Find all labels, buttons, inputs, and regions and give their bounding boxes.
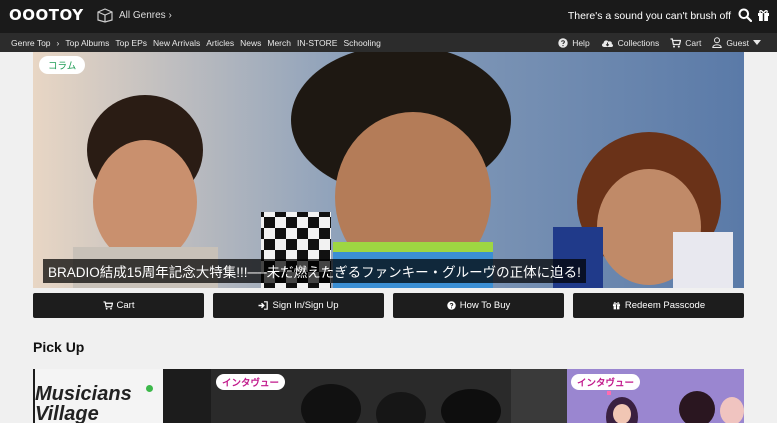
all-genres-label: All Genres › <box>119 10 172 21</box>
interview-tag: インタヴュー <box>571 374 641 390</box>
hero-caption[interactable]: BRADIO結成15周年記念大特集!!!──未だ燃えたぎるファンキー・グルーヴの… <box>43 259 586 283</box>
help-link[interactable]: Help <box>558 37 590 48</box>
cart-link[interactable]: Cart <box>670 38 701 48</box>
sign-in-button-label: Sign In/Sign Up <box>272 300 339 311</box>
nav-links: Genre Top › Top Albums Top EPs New Arriv… <box>11 33 381 52</box>
guest-menu[interactable]: Guest <box>712 37 761 48</box>
cloud-download-icon <box>601 39 613 47</box>
pickup-card-musicians-village[interactable]: Musicians Village <box>33 369 211 423</box>
cart-icon <box>103 301 113 310</box>
nav-schooling[interactable]: Schooling <box>343 38 380 48</box>
site-slogan: There's a sound you can't brush off <box>567 10 731 22</box>
cart-label: Cart <box>685 37 702 48</box>
pickup-heading: Pick Up <box>33 339 85 355</box>
pickup-card-interview-2[interactable]: インタヴュー <box>567 369 744 423</box>
user-icon <box>712 37 723 48</box>
caret-down-icon <box>753 40 761 45</box>
nav-bar: Genre Top › Top Albums Top EPs New Arriv… <box>0 33 777 52</box>
sign-in-button[interactable]: Sign In/Sign Up <box>213 293 384 318</box>
nav-right: Help Collections Cart Guest <box>558 33 761 52</box>
box-icon <box>97 8 113 23</box>
green-dot <box>146 385 153 392</box>
help-icon <box>558 37 568 48</box>
how-to-buy-button[interactable]: How To Buy <box>393 293 564 318</box>
nav-merch[interactable]: Merch <box>267 38 291 48</box>
sign-in-icon <box>258 301 269 310</box>
collections-link[interactable]: Collections <box>601 37 660 48</box>
pickup-card-interview-1[interactable]: インタヴュー <box>211 369 567 423</box>
redeem-passcode-button[interactable]: Redeem Passcode <box>573 293 744 318</box>
nav-in-store[interactable]: IN-STORE <box>297 38 337 48</box>
how-to-buy-button-label: How To Buy <box>459 300 511 311</box>
interview-tag: インタヴュー <box>216 374 286 390</box>
nav-genre-top[interactable]: Genre Top <box>11 38 51 48</box>
nav-chevron: › <box>56 37 60 48</box>
cart-button-label: Cart <box>116 300 135 311</box>
action-buttons: Cart Sign In/Sign Up How To Buy Redeem P… <box>33 293 744 318</box>
nav-articles[interactable]: Articles <box>206 38 234 48</box>
redeem-passcode-button-label: Redeem Passcode <box>624 300 706 311</box>
search-icon[interactable] <box>738 8 752 22</box>
gift-icon[interactable] <box>757 8 770 22</box>
hero-photo <box>33 52 744 288</box>
help-icon <box>447 301 456 310</box>
help-label: Help <box>572 37 590 48</box>
column-tag: コラム <box>39 56 86 74</box>
gift-icon <box>612 302 620 310</box>
nav-top-eps[interactable]: Top EPs <box>115 38 147 48</box>
site-logo[interactable]: OOOTOY <box>9 6 84 24</box>
cart-button[interactable]: Cart <box>33 293 204 318</box>
musicians-village-text: Musicians Village <box>35 383 132 423</box>
hero-banner[interactable]: コラム BRADIO結成15周年記念大特集!!!──未だ燃えたぎるファンキー・グ… <box>33 52 744 288</box>
guest-label: Guest <box>726 37 749 48</box>
nav-top-albums[interactable]: Top Albums <box>65 38 109 48</box>
all-genres-menu[interactable]: All Genres › <box>96 8 172 23</box>
cart-icon <box>670 37 682 48</box>
nav-new-arrivals[interactable]: New Arrivals <box>153 38 200 48</box>
collections-label: Collections <box>617 37 660 48</box>
nav-news[interactable]: News <box>240 38 261 48</box>
top-header: OOOTOY All Genres › There's a sound you … <box>0 0 777 33</box>
